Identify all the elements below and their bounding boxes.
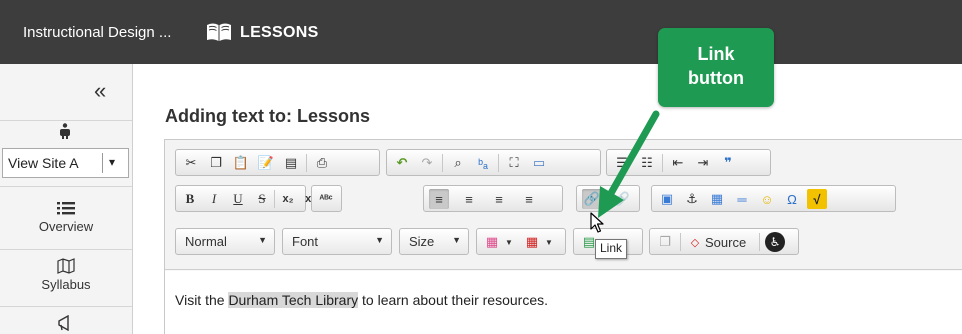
collapse-sidebar-button[interactable]: « bbox=[94, 78, 106, 104]
copy-icon[interactable]: ❐ bbox=[206, 153, 226, 173]
paste-from-word-icon[interactable]: ▤ bbox=[281, 153, 301, 173]
accessibility-icon bbox=[60, 123, 70, 139]
align-center-icon[interactable]: ≡ bbox=[459, 189, 479, 209]
font-dropdown[interactable]: Font ▼ bbox=[282, 228, 392, 255]
image-icon[interactable]: ▭ bbox=[529, 153, 549, 173]
decrease-indent-icon[interactable]: ⇤ bbox=[668, 153, 688, 173]
alignment-group: ≡ ≡ ≡ ≡ bbox=[423, 185, 563, 212]
sidebar-item-announcements[interactable] bbox=[0, 315, 132, 334]
redo-icon[interactable]: ↷ bbox=[417, 153, 437, 173]
underline-icon[interactable]: U bbox=[228, 189, 248, 209]
sidebar-item-label: Overview bbox=[38, 219, 94, 234]
editor-paragraph[interactable]: Visit the Durham Tech Library to learn a… bbox=[175, 292, 548, 308]
view-site-as-dropdown[interactable]: View Site A ▾ bbox=[2, 148, 129, 178]
divider bbox=[759, 233, 760, 251]
accessibility-checker-icon[interactable]: ♿ bbox=[765, 232, 785, 252]
size-dropdown[interactable]: Size ▼ bbox=[399, 228, 469, 255]
paste-icon[interactable]: 📋 bbox=[231, 153, 251, 173]
divider bbox=[498, 154, 499, 172]
selected-link-text[interactable]: Durham Tech Library bbox=[228, 292, 359, 308]
select-all-icon[interactable]: ⛶ bbox=[504, 153, 524, 173]
copy-formatting-icon[interactable]: ❐ bbox=[655, 232, 675, 252]
sidebar-item-overview[interactable]: Overview bbox=[0, 200, 132, 234]
format-label: Normal bbox=[185, 234, 227, 249]
editor-toolbar: ✂ ❐ 📋 📝 ▤ ⎙ ↶ ↷ ⌕ ᵇₐ ⛶ ▭ ☰ ☷ ⇤ ⇥ ❞ B I U… bbox=[165, 140, 962, 270]
main-content: Adding text to: Lessons ✂ ❐ 📋 📝 ▤ ⎙ ↶ ↷ … bbox=[134, 64, 962, 334]
divider bbox=[680, 233, 681, 251]
megaphone-icon bbox=[58, 315, 69, 331]
chevron-down-icon[interactable]: ▼ bbox=[499, 232, 519, 252]
divider bbox=[0, 186, 132, 187]
insert-group: ▣ ⚓ ▦ ═ ☺ Ω √ bbox=[651, 185, 896, 212]
blockquote-icon[interactable]: ❞ bbox=[718, 153, 738, 173]
format-dropdown[interactable]: Normal ▼ bbox=[175, 228, 275, 255]
divider bbox=[442, 154, 443, 172]
editor-body[interactable]: Visit the Durham Tech Library to learn a… bbox=[165, 271, 962, 334]
chevron-down-icon: ▼ bbox=[452, 235, 461, 245]
divider bbox=[0, 249, 132, 250]
top-bar: Instructional Design ... LESSONS bbox=[0, 0, 962, 64]
source-group: ❐ ◇ Source ♿ bbox=[649, 228, 799, 255]
math-icon[interactable]: √ bbox=[807, 189, 827, 209]
basic-styles-group: B I U S x₂ x² bbox=[175, 185, 315, 212]
map-icon bbox=[57, 258, 75, 274]
page-title: Adding text to: Lessons bbox=[165, 106, 371, 126]
spellcheck-group: ᴬᴮᶜ bbox=[311, 185, 342, 212]
undo-find-group: ↶ ↷ ⌕ ᵇₐ ⛶ ▭ bbox=[386, 149, 601, 176]
divider bbox=[0, 120, 132, 121]
text-after-link: to learn about their resources. bbox=[358, 292, 549, 308]
special-character-icon[interactable]: Ω bbox=[782, 189, 802, 209]
divider bbox=[274, 190, 275, 208]
sidebar-item-syllabus[interactable]: Syllabus bbox=[0, 258, 132, 292]
source-code-icon[interactable]: ◇ bbox=[685, 232, 705, 252]
cut-icon[interactable]: ✂ bbox=[181, 153, 201, 173]
text-before-link: Visit the bbox=[175, 292, 229, 308]
section-title: LESSONS bbox=[240, 24, 319, 41]
annotation-arrow bbox=[598, 110, 660, 218]
table-icon[interactable]: ▦ bbox=[707, 189, 727, 209]
justify-icon[interactable]: ≡ bbox=[519, 189, 539, 209]
strikethrough-icon[interactable]: S bbox=[252, 189, 272, 209]
callout-line-1: Link bbox=[697, 44, 735, 64]
increase-indent-icon[interactable]: ⇥ bbox=[693, 153, 713, 173]
replace-icon[interactable]: ᵇₐ bbox=[473, 153, 493, 173]
view-site-label: View Site A bbox=[8, 155, 79, 171]
site-title[interactable]: Instructional Design ... bbox=[23, 24, 171, 41]
chevron-down-icon: ▾ bbox=[109, 155, 116, 169]
clipboard-group: ✂ ❐ 📋 📝 ▤ ⎙ bbox=[175, 149, 380, 176]
chevron-down-icon: ▼ bbox=[375, 235, 384, 245]
sidebar-item-label: Syllabus bbox=[41, 277, 91, 292]
align-right-icon[interactable]: ≡ bbox=[489, 189, 509, 209]
paste-text-icon[interactable]: 📝 bbox=[256, 153, 276, 173]
size-label: Size bbox=[409, 234, 435, 249]
rich-text-editor: ✂ ❐ 📋 📝 ▤ ⎙ ↶ ↷ ⌕ ᵇₐ ⛶ ▭ ☰ ☷ ⇤ ⇥ ❞ B I U… bbox=[164, 139, 962, 334]
undo-icon[interactable]: ↶ bbox=[392, 153, 412, 173]
link-tooltip: Link bbox=[595, 239, 628, 259]
callout-line-2: button bbox=[688, 68, 744, 88]
font-label: Font bbox=[292, 234, 319, 249]
chevron-down-icon[interactable]: ▼ bbox=[539, 232, 559, 252]
book-icon bbox=[207, 23, 231, 41]
italic-icon[interactable]: I bbox=[204, 189, 224, 209]
print-icon[interactable]: ⎙ bbox=[312, 153, 332, 173]
horizontal-line-icon[interactable]: ═ bbox=[732, 189, 752, 209]
divider bbox=[102, 153, 103, 173]
color-group: ▦ ▼ ▦ ▼ bbox=[476, 228, 566, 255]
anchor-icon[interactable]: ⚓ bbox=[682, 189, 702, 209]
subscript-icon[interactable]: x₂ bbox=[278, 189, 298, 209]
bold-icon[interactable]: B bbox=[180, 189, 200, 209]
spellcheck-icon[interactable]: ᴬᴮᶜ bbox=[316, 189, 336, 209]
sidebar: « View Site A ▾ Overview Syllabus bbox=[0, 64, 133, 334]
divider bbox=[0, 306, 132, 307]
source-button[interactable]: Source bbox=[705, 232, 755, 252]
smiley-icon[interactable]: ☺ bbox=[757, 189, 777, 209]
divider bbox=[306, 154, 307, 172]
find-icon[interactable]: ⌕ bbox=[448, 153, 468, 173]
chevron-down-icon: ▼ bbox=[258, 235, 267, 245]
link-button-callout: Link button bbox=[658, 28, 774, 107]
align-left-icon[interactable]: ≡ bbox=[429, 189, 449, 209]
list-icon bbox=[57, 202, 75, 215]
